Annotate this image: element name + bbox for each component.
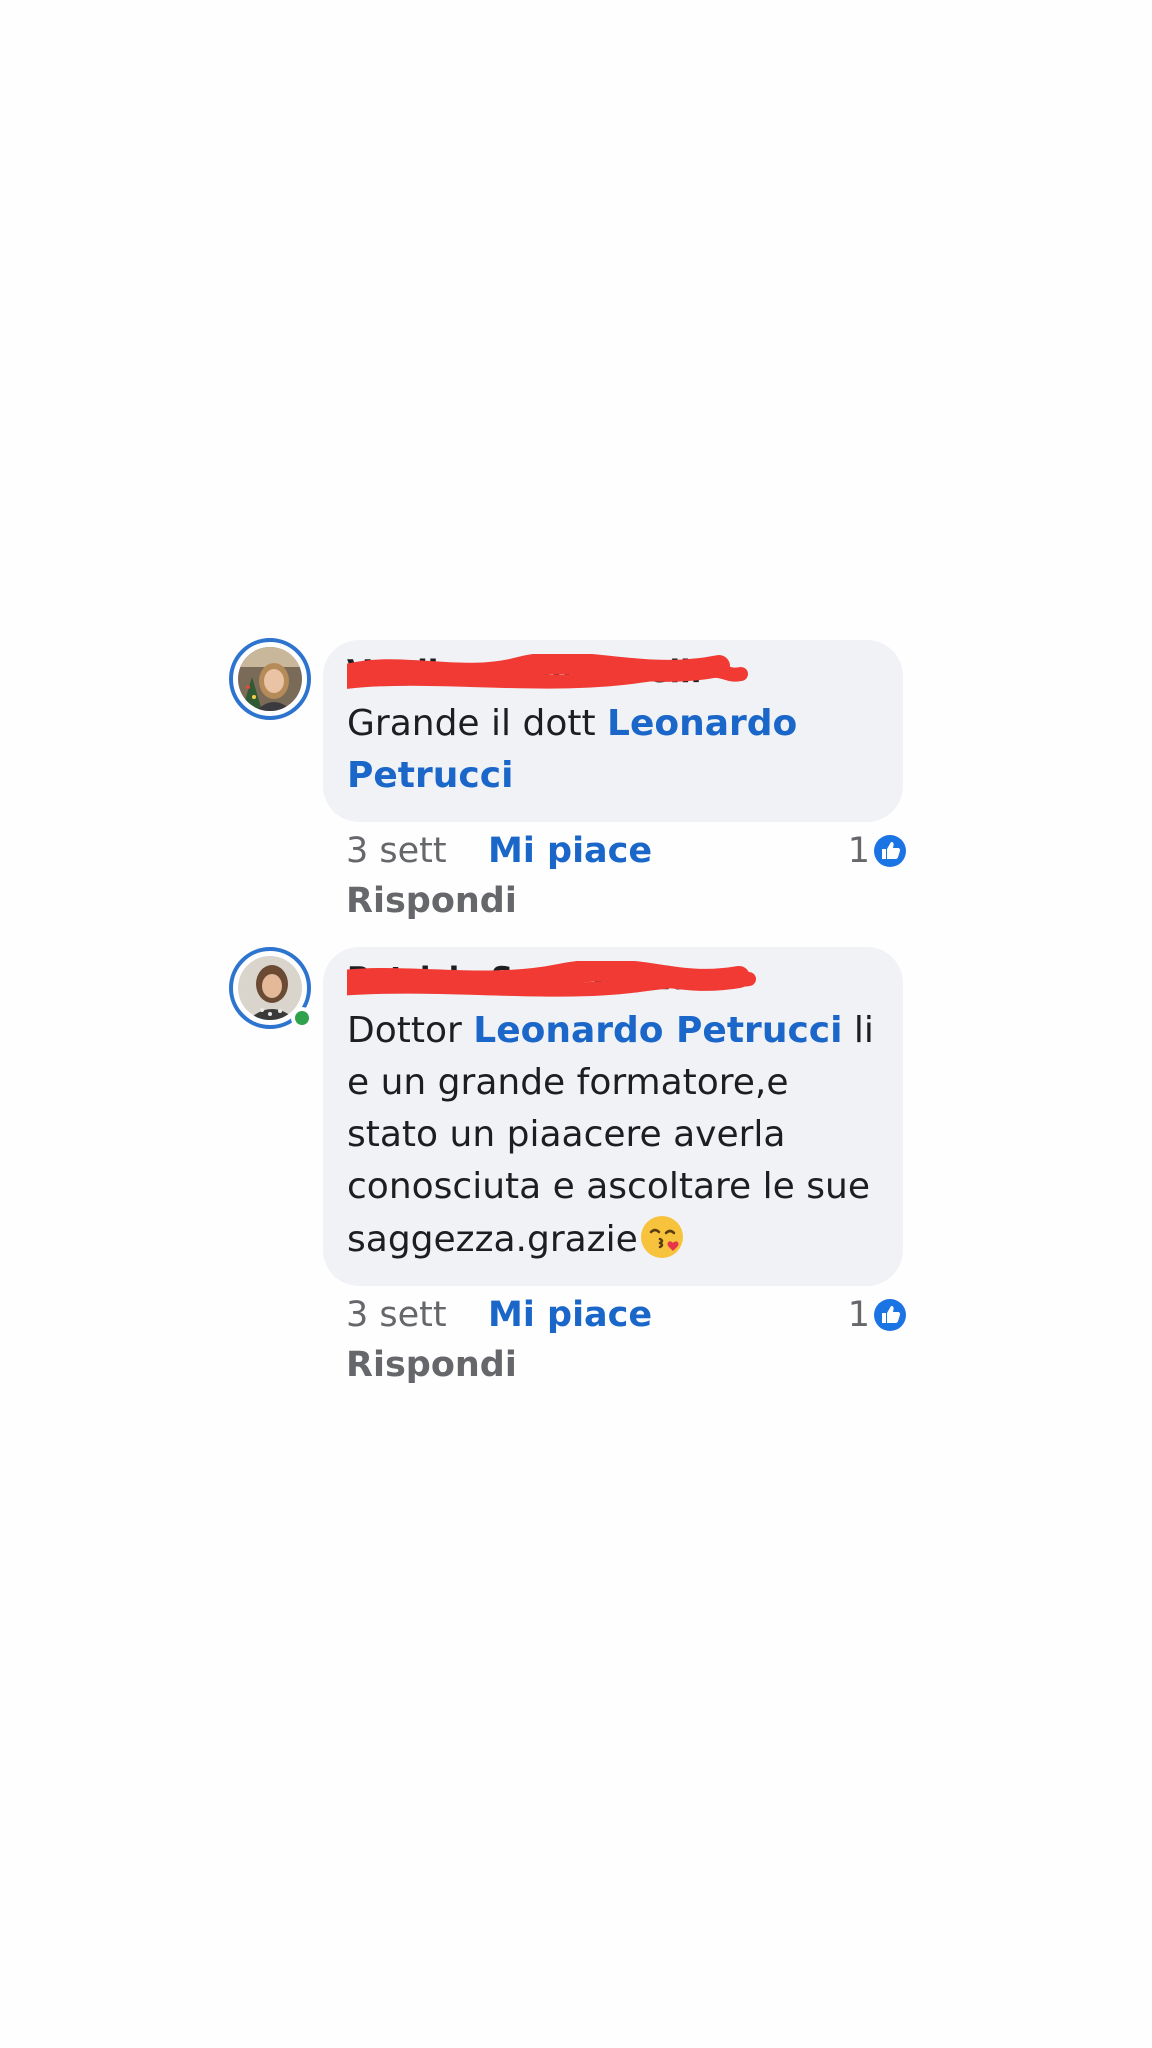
comment-author[interactable]: Patrizia Spaccatella [347, 959, 879, 999]
profile-picture [238, 647, 302, 711]
reaction-summary[interactable]: 1 [848, 828, 906, 874]
comment-timestamp[interactable]: 3 sett [346, 828, 447, 874]
avatar[interactable] [229, 638, 311, 720]
comment-author[interactable]: Verdiana Tamminelli [347, 652, 879, 692]
reaction-count: 1 [847, 1295, 870, 1335]
redaction-scribble [347, 654, 748, 689]
comment-bubble: Patrizia Spaccatella Dottor Leonardo Pet… [323, 947, 903, 1286]
comment-actions: 3 sett Mi piace Rispondi 1 [346, 1292, 906, 1392]
reply-button[interactable]: Rispondi [346, 1342, 517, 1388]
redaction-scribble [347, 961, 756, 997]
comment-text: Dottor Leonardo Petrucci li e un grande … [347, 1010, 874, 1260]
thumbs-up-icon [874, 1299, 906, 1331]
avatar[interactable] [229, 947, 313, 1029]
thumbs-up-icon [874, 835, 906, 867]
kissing-face-icon [640, 1216, 683, 1258]
comment-timestamp[interactable]: 3 sett [346, 1292, 447, 1338]
reaction-count: 1 [847, 831, 870, 871]
reaction-summary[interactable]: 1 [848, 1292, 906, 1338]
like-button[interactable]: Mi piace [488, 1292, 652, 1338]
comment-bubble: Verdiana Tamminelli Grande il dott Leona… [323, 640, 903, 822]
comment-text: Grande il dott Leonardo Petrucci [347, 703, 798, 796]
mention-link[interactable]: Leonardo Petrucci [473, 1010, 842, 1051]
reply-button[interactable]: Rispondi [346, 878, 517, 924]
online-status-indicator [291, 1007, 313, 1029]
like-button[interactable]: Mi piace [488, 828, 652, 874]
comment-actions: 3 sett Mi piace Rispondi 1 [346, 828, 906, 928]
